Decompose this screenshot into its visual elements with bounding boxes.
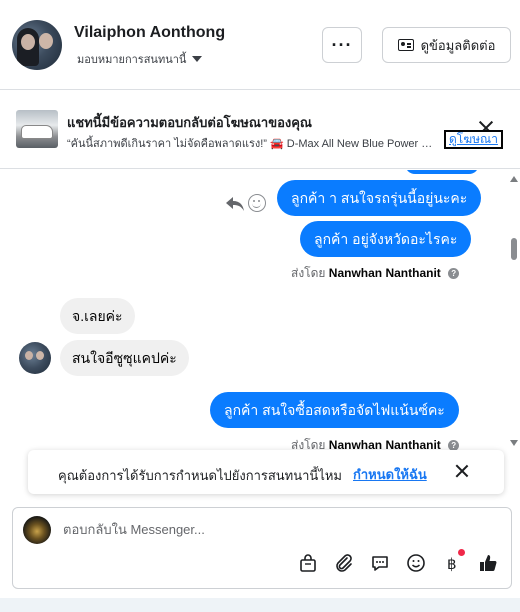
scroll-down-icon[interactable] bbox=[510, 440, 518, 446]
contact-name[interactable]: Vilaiphon Aonthong bbox=[74, 24, 225, 42]
page-avatar bbox=[23, 516, 51, 544]
assign-notice-text: คุณต้องการได้รับการกำหนดไปยังการสนทนานี้… bbox=[58, 468, 342, 483]
svg-text:฿: ฿ bbox=[447, 555, 457, 573]
message-thread[interactable]: ลูกค้า า สนใจรถรุ่นนี้อยู่นะคะ ลูกค้า อย… bbox=[0, 170, 520, 452]
view-ad-link[interactable]: ดูโฆษณา bbox=[444, 130, 503, 149]
contact-card-icon bbox=[397, 39, 414, 51]
sent-by-prefix: ส่งโดย bbox=[291, 266, 326, 280]
shopping-bag-icon[interactable] bbox=[297, 552, 319, 574]
assign-to-me-link[interactable]: กำหนดให้ฉัน bbox=[353, 464, 427, 485]
emoji-icon[interactable] bbox=[405, 552, 427, 574]
reply-composer: ฿ bbox=[12, 507, 512, 589]
ad-snippet: “คันนี้สภาพดีเกินราคา ไม่จัดคือพลาดแรง!”… bbox=[67, 138, 433, 150]
scrollbar-thumb[interactable] bbox=[511, 238, 517, 260]
thread-scrollbar[interactable] bbox=[508, 170, 520, 452]
help-icon[interactable]: ? bbox=[448, 268, 460, 279]
view-contact-button[interactable]: ดูข้อมูลติดต่อ bbox=[382, 27, 511, 63]
message-bubble-outgoing[interactable]: ลูกค้า สนใจซื้อสดหรือจัดไฟแน้นซ์คะ bbox=[210, 392, 459, 428]
more-options-button[interactable]: ··· bbox=[322, 27, 362, 63]
assign-notice: คุณต้องการได้รับการกำหนดไปยังการสนทนานี้… bbox=[28, 450, 504, 494]
contact-avatar[interactable] bbox=[12, 20, 62, 70]
previous-message-bubble bbox=[405, 170, 479, 174]
conversation-header: Vilaiphon Aonthong มอบหมายการสนทนานี้ ··… bbox=[0, 0, 520, 90]
message-bubble-incoming[interactable]: จ.เลยค่ะ bbox=[60, 298, 135, 334]
assign-label: มอบหมายการสนทนานี้ bbox=[77, 54, 187, 66]
chevron-down-icon bbox=[192, 56, 203, 62]
react-emoji-icon[interactable] bbox=[248, 194, 266, 212]
payment-baht-icon[interactable]: ฿ bbox=[441, 549, 465, 574]
message-bubble-outgoing[interactable]: ลูกค้า า สนใจรถรุ่นนี้อยู่นะคะ bbox=[277, 180, 482, 216]
assign-conversation-dropdown[interactable]: มอบหมายการสนทนานี้ bbox=[77, 50, 203, 68]
ad-banner-title: แชทนี้มีข้อความตอบกลับต่อโฆษณาของคุณ bbox=[67, 115, 312, 130]
view-contact-label: ดูข้อมูลติดต่อ bbox=[420, 37, 496, 53]
notification-dot bbox=[458, 549, 465, 556]
sent-by-line: ส่งโดย Nanwhan Nanthanit ? bbox=[291, 264, 460, 283]
reply-input[interactable] bbox=[63, 522, 483, 537]
ad-reply-banner: แชทนี้มีข้อความตอบกลับต่อโฆษณาของคุณ “คั… bbox=[0, 90, 520, 169]
message-bubble-incoming[interactable]: สนใจอีซูซุแคปค่ะ bbox=[60, 340, 189, 376]
like-icon[interactable] bbox=[477, 552, 499, 574]
reply-icon[interactable] bbox=[225, 195, 245, 213]
conversation-panel: Vilaiphon Aonthong มอบหมายการสนทนานี้ ··… bbox=[0, 0, 520, 598]
close-icon[interactable] bbox=[455, 464, 469, 478]
ad-thumbnail[interactable] bbox=[16, 110, 58, 148]
contact-avatar-small[interactable] bbox=[19, 342, 51, 374]
scroll-up-icon[interactable] bbox=[510, 176, 518, 182]
sent-by-name: Nanwhan Nanthanit bbox=[328, 266, 441, 280]
saved-reply-icon[interactable] bbox=[369, 552, 391, 574]
message-bubble-outgoing[interactable]: ลูกค้า อยู่จังหวัดอะไรคะ bbox=[300, 221, 472, 257]
more-icon: ··· bbox=[331, 34, 353, 55]
paperclip-icon[interactable] bbox=[333, 552, 355, 574]
